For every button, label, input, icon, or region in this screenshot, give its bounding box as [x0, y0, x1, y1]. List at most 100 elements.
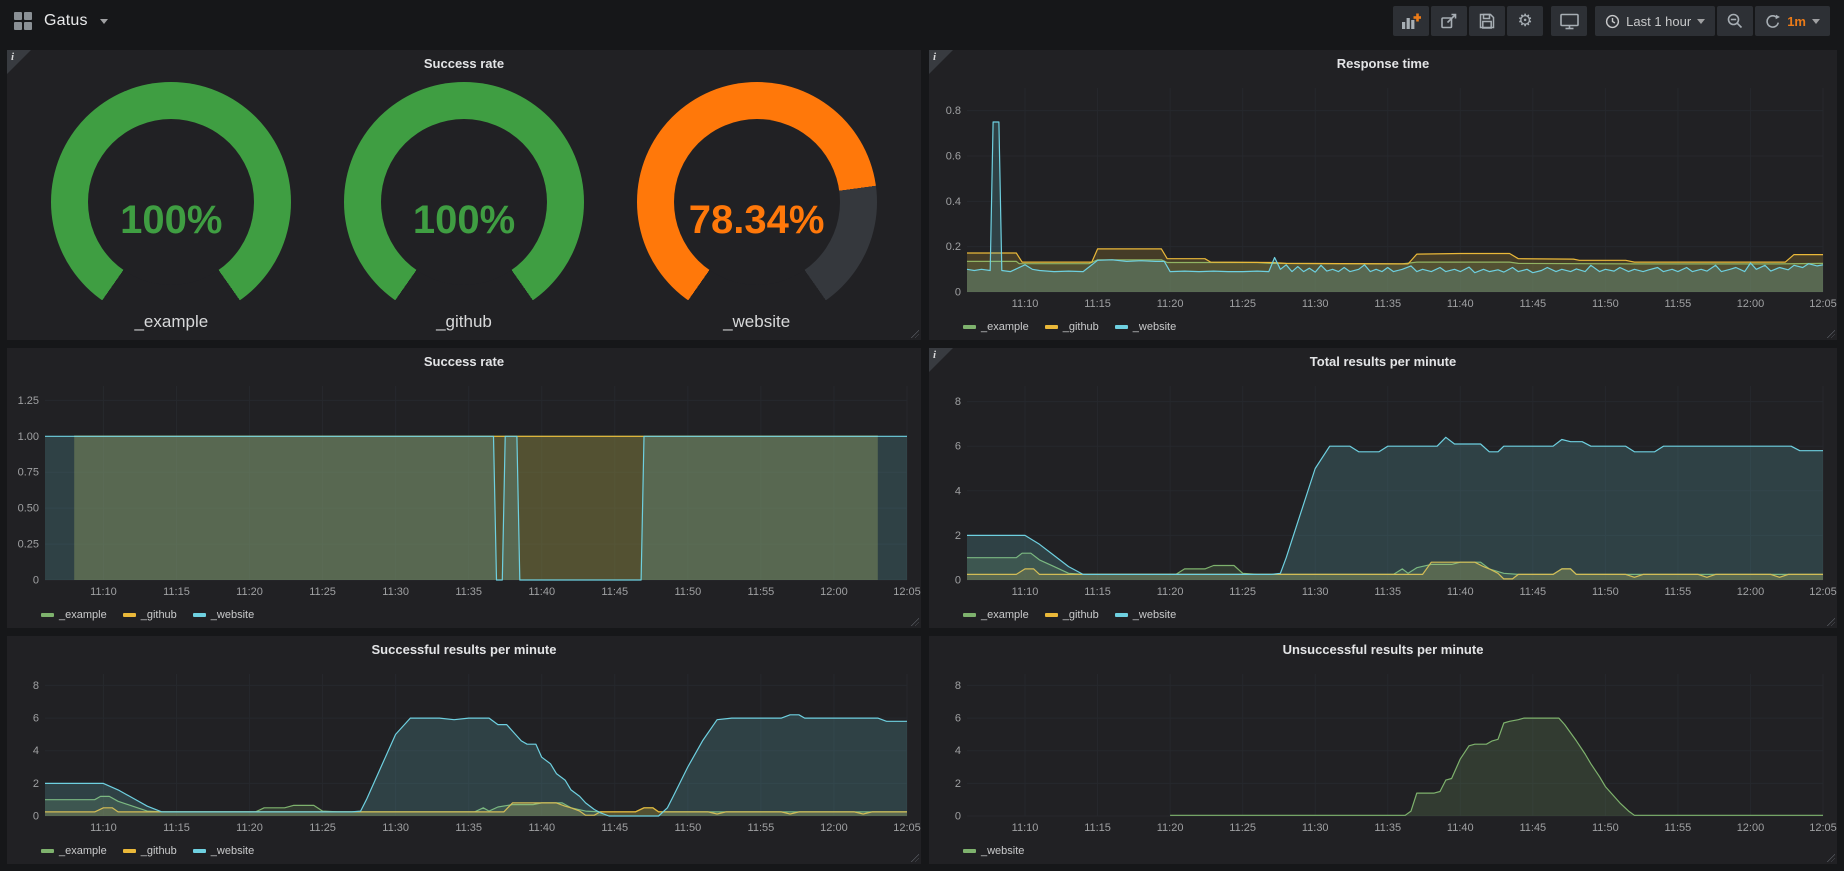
gauge-github: 100% _github	[326, 80, 602, 332]
legend-item-_github[interactable]: _github	[123, 845, 177, 857]
panel-success-rate-ts: Success rate 00.250.500.751.001.2511:101…	[7, 348, 921, 628]
legend-series-marker	[963, 325, 976, 329]
add-panel-icon	[1401, 13, 1421, 30]
legend-item-_example[interactable]: _example	[41, 845, 107, 857]
svg-text:11:40: 11:40	[1447, 822, 1474, 834]
svg-text:8: 8	[955, 396, 961, 408]
svg-text:11:40: 11:40	[1447, 298, 1474, 310]
dashboard-settings-button[interactable]: ⚙	[1507, 6, 1543, 36]
svg-text:11:45: 11:45	[601, 822, 628, 834]
legend-series-marker	[41, 849, 54, 853]
panel-resize-handle[interactable]	[911, 618, 919, 626]
time-range-picker[interactable]: Last 1 hour	[1595, 6, 1715, 36]
legend-item-_website[interactable]: _website	[1115, 321, 1176, 333]
gauge-label: _website	[619, 312, 895, 332]
gauge-label: _example	[33, 312, 309, 332]
panel-total-rpm: i Total results per minute 0246811:1011:…	[929, 348, 1837, 628]
svg-text:11:40: 11:40	[528, 586, 555, 598]
panel-resize-handle[interactable]	[911, 854, 919, 862]
info-icon: i	[933, 349, 936, 361]
svg-text:11:25: 11:25	[309, 822, 336, 834]
info-icon: i	[11, 51, 14, 63]
panel-title[interactable]: Total results per minute	[929, 348, 1837, 378]
svg-text:8: 8	[33, 680, 39, 692]
legend-item-_github[interactable]: _github	[1045, 321, 1099, 333]
svg-text:11:55: 11:55	[748, 586, 775, 598]
legend-item-_github[interactable]: _github	[1045, 609, 1099, 621]
panel-info-corner[interactable]: i	[7, 50, 31, 74]
panel-resize-handle[interactable]	[911, 330, 919, 338]
legend-item-_website[interactable]: _website	[193, 845, 254, 857]
svg-text:0: 0	[955, 811, 961, 823]
svg-text:12:00: 12:00	[820, 822, 848, 834]
legend-series-label: _example	[59, 845, 107, 857]
panel-title[interactable]: Success rate	[7, 348, 921, 378]
svg-text:11:45: 11:45	[601, 586, 628, 598]
refresh-interval-label: 1m	[1787, 14, 1806, 29]
svg-text:0: 0	[955, 575, 961, 587]
svg-text:11:35: 11:35	[1374, 586, 1401, 598]
panel-title[interactable]: Successful results per minute	[7, 636, 921, 666]
legend-item-_website[interactable]: _website	[1115, 609, 1176, 621]
chart-legend: _example _github _website	[929, 317, 1837, 337]
add-panel-button[interactable]	[1393, 6, 1429, 36]
legend-series-label: _website	[981, 845, 1024, 857]
top-navbar: Gatus ⚙	[0, 0, 1844, 42]
svg-text:12:05: 12:05	[1809, 298, 1837, 310]
legend-series-label: _example	[981, 609, 1029, 621]
svg-text:11:15: 11:15	[1084, 822, 1111, 834]
cycle-view-mode-button[interactable]	[1551, 6, 1587, 36]
share-dashboard-button[interactable]	[1431, 6, 1467, 36]
svg-text:11:30: 11:30	[1302, 298, 1329, 310]
svg-text:11:35: 11:35	[455, 822, 482, 834]
svg-text:11:10: 11:10	[1012, 298, 1039, 310]
svg-text:11:30: 11:30	[1302, 822, 1329, 834]
tv-monitor-icon	[1560, 13, 1579, 30]
refresh-picker[interactable]: 1m	[1755, 6, 1830, 36]
svg-text:12:00: 12:00	[820, 586, 848, 598]
chevron-down-icon	[1812, 19, 1820, 24]
panel-title[interactable]: Success rate	[7, 50, 921, 80]
chart-legend: _website	[929, 841, 1837, 861]
panel-info-corner[interactable]: i	[929, 50, 953, 74]
legend-item-_website[interactable]: _website	[193, 609, 254, 621]
panel-title[interactable]: Unsuccessful results per minute	[929, 636, 1837, 666]
save-dashboard-button[interactable]	[1469, 6, 1505, 36]
svg-text:2: 2	[33, 778, 39, 790]
panel-resize-handle[interactable]	[1827, 854, 1835, 862]
svg-text:11:55: 11:55	[1665, 298, 1692, 310]
zoom-out-time-button[interactable]	[1717, 6, 1753, 36]
dashboard-grid: i Success rate 100% _example 100% _githu…	[7, 50, 1837, 864]
svg-text:11:50: 11:50	[1592, 586, 1619, 598]
legend-series-label: _website	[1133, 321, 1176, 333]
panel-resize-handle[interactable]	[1827, 330, 1835, 338]
panel-title[interactable]: Response time	[929, 50, 1837, 80]
dashboard-picker[interactable]: Gatus	[14, 12, 108, 30]
legend-series-label: _github	[141, 609, 177, 621]
legend-series-marker	[963, 613, 976, 617]
legend-item-_example[interactable]: _example	[41, 609, 107, 621]
legend-item-_example[interactable]: _example	[963, 321, 1029, 333]
panel-info-corner[interactable]: i	[929, 348, 953, 372]
svg-text:11:20: 11:20	[1157, 586, 1184, 598]
svg-text:0.50: 0.50	[18, 503, 39, 515]
chart-plot[interactable]: 00.250.500.751.001.2511:1011:1511:2011:2…	[7, 378, 921, 602]
chart-plot[interactable]: 0246811:1011:1511:2011:2511:3011:3511:40…	[929, 666, 1837, 838]
svg-text:11:30: 11:30	[382, 822, 409, 834]
svg-text:11:40: 11:40	[528, 822, 555, 834]
svg-text:11:50: 11:50	[674, 586, 701, 598]
panel-success-rate-gauges: i Success rate 100% _example 100% _githu…	[7, 50, 921, 340]
legend-series-label: _github	[141, 845, 177, 857]
legend-item-_github[interactable]: _github	[123, 609, 177, 621]
chart-plot[interactable]: 0246811:1011:1511:2011:2511:3011:3511:40…	[929, 378, 1837, 602]
legend-item-_website[interactable]: _website	[963, 845, 1024, 857]
svg-text:11:25: 11:25	[1229, 586, 1256, 598]
chart-plot[interactable]: 00.20.40.60.811:1011:1511:2011:2511:3011…	[929, 80, 1837, 314]
panel-resize-handle[interactable]	[1827, 618, 1835, 626]
legend-item-_example[interactable]: _example	[963, 609, 1029, 621]
legend-series-marker	[1115, 325, 1128, 329]
legend-series-marker	[193, 849, 206, 853]
refresh-icon	[1765, 14, 1781, 29]
svg-text:11:10: 11:10	[1012, 586, 1039, 598]
chart-plot[interactable]: 0246811:1011:1511:2011:2511:3011:3511:40…	[7, 666, 921, 838]
